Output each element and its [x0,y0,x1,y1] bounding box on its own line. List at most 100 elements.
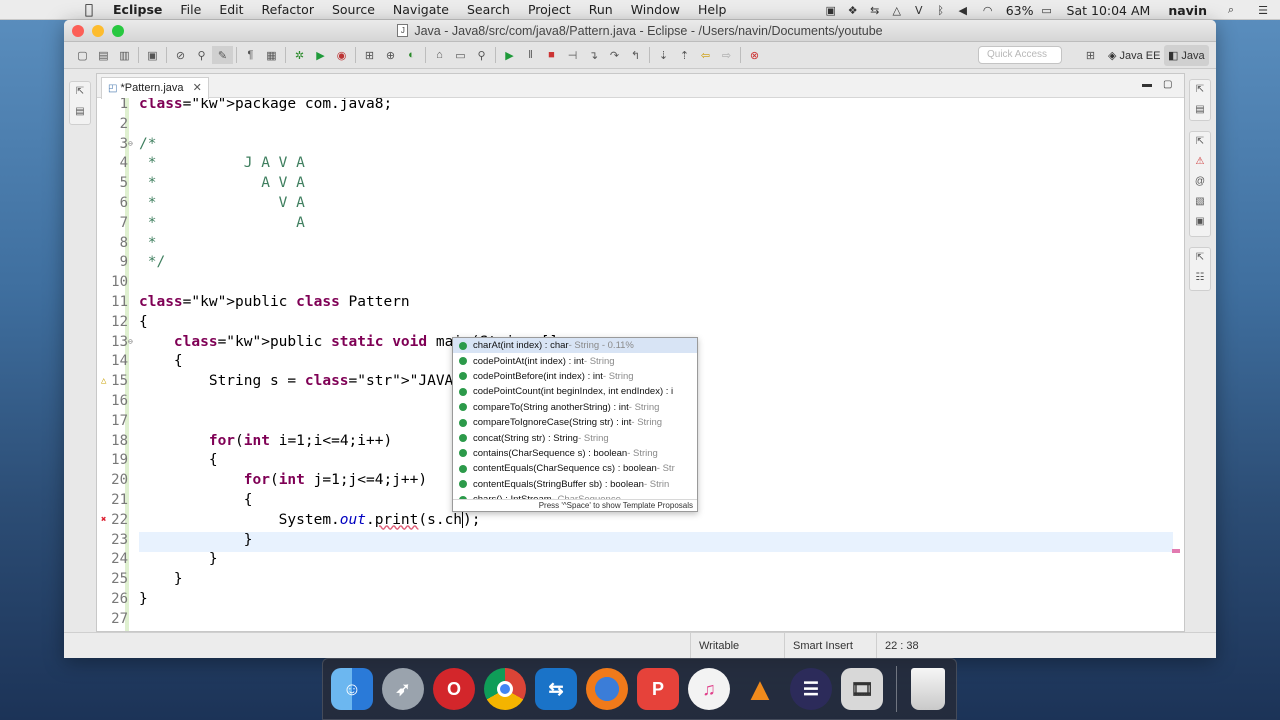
menu-navigate[interactable]: Navigate [384,2,458,17]
opera-icon[interactable]: O [433,668,475,710]
teamviewer-tray-icon[interactable]: ⇆ [864,3,886,17]
problems-icon[interactable]: ⚠ [1196,152,1205,172]
debug-icon[interactable]: ✲ [289,46,310,64]
launchpad-icon[interactable]: ➶ [382,668,424,710]
minimize-editor-icon[interactable]: ▬ [1142,79,1152,90]
perspective-java[interactable]: ◧ Java [1164,45,1209,66]
content-assist-item[interactable]: codePointAt(int index) : int - String [453,353,697,368]
restore-icon[interactable]: ⇱ [1196,80,1204,100]
run-icon[interactable]: ▶ [310,46,331,64]
content-assist-item[interactable]: contentEquals(CharSequence cs) : boolean… [453,461,697,476]
open-task-icon[interactable]: ▭ [450,46,471,64]
tab-pattern-java[interactable]: ◰ *Pattern.java ✕ [101,77,209,99]
open-type-icon[interactable]: ⌂ [429,46,450,64]
open-perspective-icon[interactable]: ⊞ [1080,46,1101,64]
close-icon[interactable]: ✕ [193,82,202,94]
content-assist-item[interactable]: concat(String str) : String - String [453,430,697,445]
menu-app-eclipse[interactable]: Eclipse [104,2,171,17]
user-name[interactable]: navin [1159,3,1216,18]
next-annotation-icon[interactable]: ⇣ [653,46,674,64]
new-icon[interactable]: ▢ [72,46,93,64]
step-over-icon[interactable]: ↷ [604,46,625,64]
vpn-icon[interactable]: V [908,3,930,17]
clock[interactable]: Sat 10:04 AM [1058,3,1160,18]
minimize-window-button[interactable] [92,25,104,37]
finder-icon[interactable]: ☺ [331,668,373,710]
wps-icon[interactable]: P [637,668,679,710]
perspective-java-ee[interactable]: ◈ Java EE [1104,45,1164,66]
battery-icon[interactable]: ▭ [1036,3,1058,17]
overview-ruler-error-mark[interactable] [1172,549,1180,553]
previous-annotation-icon[interactable]: ⇡ [674,46,695,64]
package-explorer-icon[interactable]: ▤ [75,102,84,122]
battery-percent[interactable]: 63% [1002,3,1036,18]
disconnect-icon[interactable]: ⊣ [562,46,583,64]
photo-slideshow-icon[interactable]: 🎞 [841,668,883,710]
bluetooth-icon[interactable]: ᛒ [930,3,952,17]
restore-icon[interactable]: ⇱ [76,82,84,102]
content-assist-item[interactable]: compareTo(String anotherString) : int - … [453,400,697,415]
apple-menu-icon[interactable]:  [74,2,104,18]
fold-toggle-icon[interactable]: ⊖ [128,332,133,352]
restore-icon[interactable]: ⇱ [1196,132,1204,152]
notification-center-icon[interactable]: ☰ [1246,3,1280,17]
warning-marker-icon[interactable]: △ [101,371,106,391]
menu-run[interactable]: Run [580,2,622,17]
console-icon[interactable]: ▣ [1195,212,1204,232]
menu-search[interactable]: Search [458,2,519,17]
menu-source[interactable]: Source [323,2,384,17]
terminal-icon[interactable]: ▣ [142,46,163,64]
menu-window[interactable]: Window [622,2,689,17]
content-assist-item[interactable]: codePointCount(int beginIndex, int endIn… [453,384,697,399]
dropbox-icon[interactable]: ❖ [842,3,864,17]
content-assist-item[interactable]: compareToIgnoreCase(String str) : int - … [453,415,697,430]
menu-help[interactable]: Help [689,2,736,17]
toggle-breakpoint-icon[interactable]: ⚲ [191,46,212,64]
quick-access-input[interactable]: Quick Access [978,46,1062,64]
menu-project[interactable]: Project [519,2,580,17]
step-into-icon[interactable]: ↴ [583,46,604,64]
new-java-project-icon[interactable]: ⊞ [359,46,380,64]
fold-toggle-icon[interactable]: ⊖ [128,134,133,154]
google-drive-icon[interactable]: △ [886,3,908,17]
content-assist-item[interactable]: contentEquals(StringBuffer sb) : boolean… [453,477,697,492]
skip-breakpoints-icon[interactable]: ⊘ [170,46,191,64]
task-list-icon[interactable]: ▤ [1195,100,1204,120]
pin-editor-icon[interactable]: ⊗ [744,46,765,64]
external-tools-icon[interactable]: ◉ [331,46,352,64]
menu-refactor[interactable]: Refactor [253,2,323,17]
content-assist-item[interactable]: contains(CharSequence s) : boolean - Str… [453,446,697,461]
menu-edit[interactable]: Edit [210,2,252,17]
forward-icon[interactable]: ⇨ [716,46,737,64]
close-window-button[interactable] [72,25,84,37]
content-assist-item[interactable]: charAt(int index) : char - String - 0.11… [453,338,697,354]
spotlight-search-icon[interactable]: ⌕ [1216,3,1246,17]
wifi-icon[interactable]: ◠ [974,3,1002,17]
trash-icon[interactable] [911,668,945,710]
vlc-icon[interactable]: ▲ [739,668,781,710]
eclipse-icon[interactable]: ☰ [790,668,832,710]
itunes-icon[interactable]: ♫ [688,668,730,710]
restore-icon[interactable]: ⇱ [1196,248,1204,268]
block-selection-icon[interactable]: ▦ [261,46,282,64]
declaration-icon[interactable]: ▧ [1195,192,1204,212]
terminate-icon[interactable]: ■ [541,46,562,64]
search-icon[interactable]: ⚲ [471,46,492,64]
show-whitespace-icon[interactable]: ¶ [240,46,261,64]
maximize-editor-icon[interactable]: ▢ [1163,79,1172,90]
content-assist-item[interactable]: codePointBefore(int index) : int - Strin… [453,369,697,384]
new-package-icon[interactable]: ⊕ [380,46,401,64]
teamviewer-icon[interactable]: ⇆ [535,668,577,710]
mark-occurrences-icon[interactable]: ✎ [212,46,233,64]
save-icon[interactable]: ▤ [93,46,114,64]
firefox-icon[interactable] [586,668,628,710]
volume-icon[interactable]: ◀ [952,3,974,17]
javadoc-icon[interactable]: @ [1195,172,1205,192]
step-return-icon[interactable]: ↰ [625,46,646,64]
menu-file[interactable]: File [171,2,210,17]
screen-share-icon[interactable]: ▣ [820,3,842,17]
back-icon[interactable]: ⇦ [695,46,716,64]
error-marker-icon[interactable]: ✖ [101,510,106,530]
outline-icon[interactable]: ☷ [1196,268,1205,288]
zoom-window-button[interactable] [112,25,124,37]
